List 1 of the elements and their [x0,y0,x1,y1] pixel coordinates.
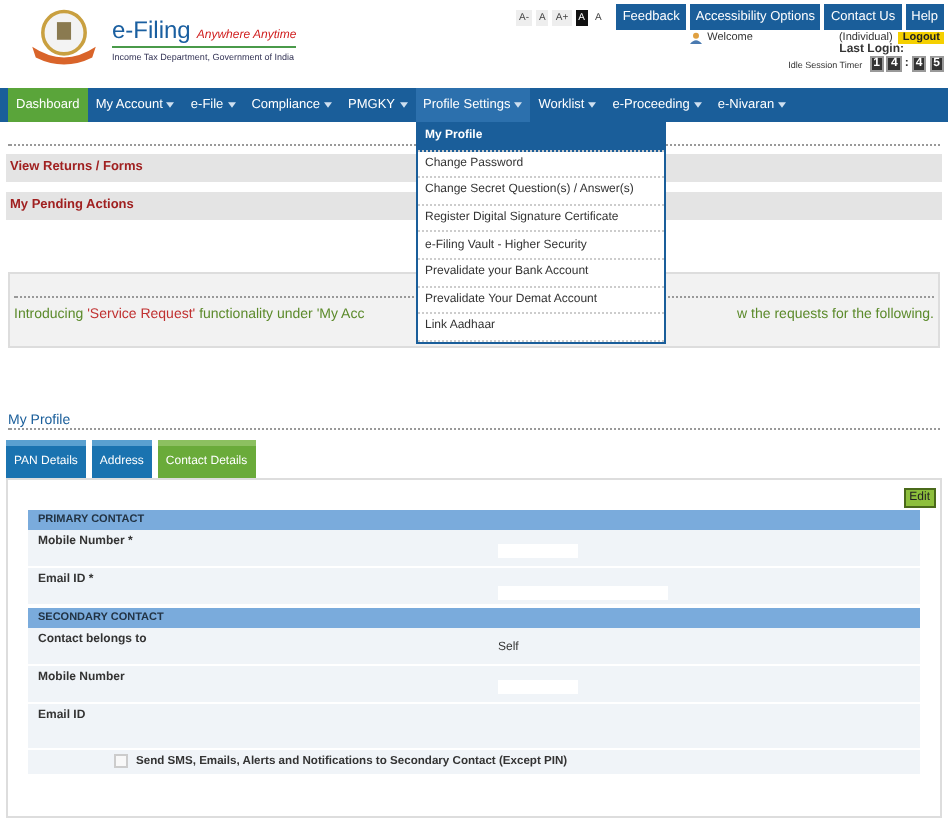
site-title: e-Filing [112,16,191,44]
